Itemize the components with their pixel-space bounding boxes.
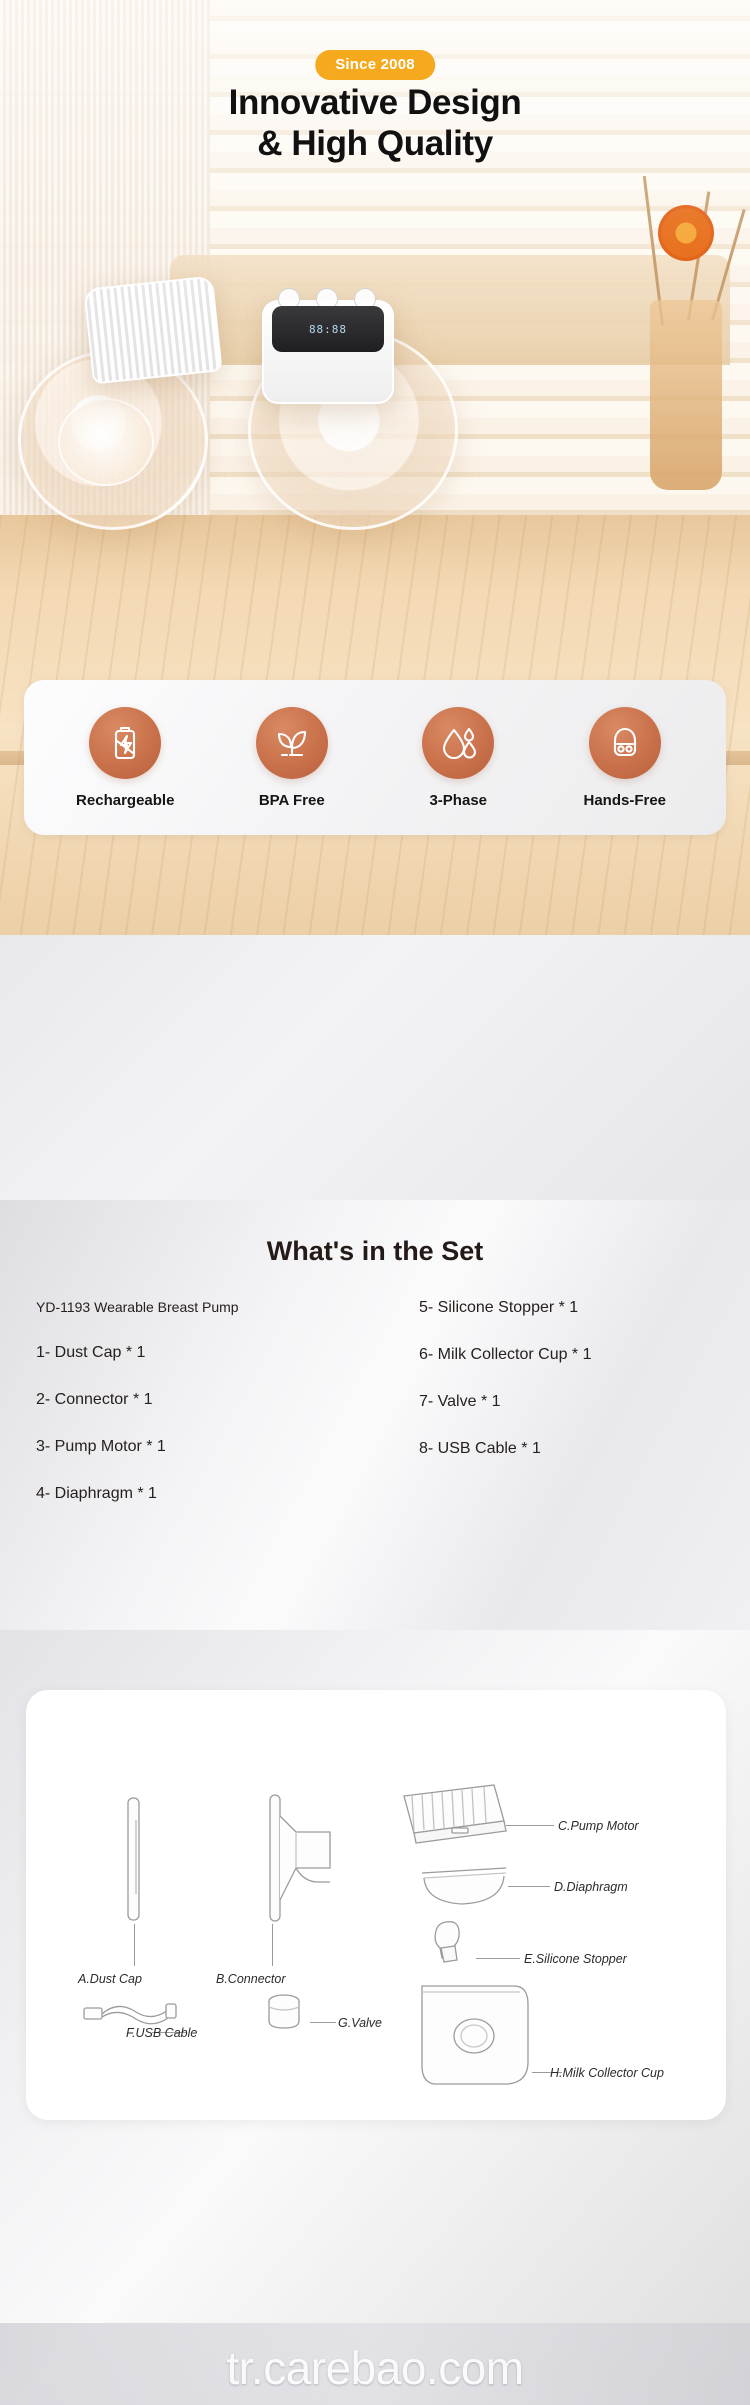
site-watermark: tr.carebao.com [226, 2342, 524, 2394]
leader-line-c [506, 1825, 554, 1826]
dust-cap-drawing [127, 1797, 140, 1921]
feature-label: Rechargeable [76, 791, 175, 809]
leader-line-a [134, 1924, 135, 1966]
list-item: 7- Valve * 1 [419, 1393, 501, 1410]
set-column-left: YD-1193 Wearable Breast Pump 1- Dust Cap… [36, 1300, 375, 1533]
part-label-h: H.Milk Collector Cup [550, 2066, 664, 2080]
battery-charging-icon [89, 706, 162, 779]
feature-label: Hands-Free [583, 791, 667, 809]
features-card: Rechargeable BPA Free 3-Phase Hands-Free [24, 680, 726, 835]
leader-line-b [272, 1924, 273, 1966]
hero-title-line-2: & High Quality [257, 124, 493, 164]
leader-line-d [508, 1886, 550, 1887]
flower-decoration [658, 205, 714, 261]
part-label-e: E.Silicone Stopper [524, 1952, 627, 1966]
connector-drawing [269, 1794, 331, 1922]
part-label-f: F.USB Cable [126, 2026, 198, 2040]
milk-collector-cup-drawing [421, 1985, 529, 2085]
list-item: 1- Dust Cap * 1 [36, 1344, 146, 1361]
part-label-d: D.Diaphragm [554, 1880, 628, 1894]
leaf-plant-icon [255, 706, 328, 779]
hero-title-line-1: Innovative Design [228, 83, 522, 122]
valve-drawing [268, 1994, 300, 2029]
water-drops-icon [422, 706, 495, 779]
list-item: 8- USB Cable * 1 [419, 1440, 541, 1457]
list-item: 2- Connector * 1 [36, 1391, 153, 1408]
part-label-c: C.Pump Motor [558, 1819, 639, 1833]
set-column-right: 5- Silicone Stopper * 1 6- Milk Collecto… [375, 1300, 714, 1533]
list-item: 6- Milk Collector Cup * 1 [419, 1346, 592, 1363]
product-lcd-display: 88:88 [272, 306, 384, 352]
set-columns: YD-1193 Wearable Breast Pump 1- Dust Cap… [36, 1300, 714, 1533]
page-title: Innovative Design & High Quality [0, 82, 750, 165]
list-item: 5- Silicone Stopper * 1 [419, 1299, 579, 1316]
since-badge: Since 2008 [315, 50, 435, 80]
set-section-title: What's in the Set [266, 1236, 484, 1266]
vase-decoration [650, 300, 722, 490]
feature-label: 3-Phase [429, 791, 488, 809]
set-contents-section: What's in the Set YD-1193 Wearable Breas… [0, 1200, 750, 1630]
pump-motor-drawing [403, 1784, 507, 1844]
part-label-g: G.Valve [338, 2016, 383, 2030]
feature-label: BPA Free [258, 791, 325, 809]
part-label-b: B.Connector [216, 1972, 286, 1986]
back-panel-decoration [170, 255, 730, 365]
features-section [0, 935, 750, 1200]
feature-3-phase: 3-Phase [378, 706, 538, 809]
parts-diagram-section: A.Dust Cap B.Connector C.Pump Motor D.Di… [0, 1630, 750, 2405]
lcd-readout: 88:88 [308, 322, 348, 336]
hands-free-pump-icon [588, 706, 661, 779]
list-item: 3- Pump Motor * 1 [36, 1438, 166, 1455]
feature-bpa-free: BPA Free [212, 706, 372, 809]
product-motor-left [83, 275, 223, 385]
leader-line-g [310, 2022, 336, 2023]
list-item: 4- Diaphragm * 1 [36, 1485, 157, 1502]
silicone-stopper-drawing [434, 1921, 460, 1963]
feature-rechargeable: Rechargeable [45, 706, 205, 809]
leader-line-e [476, 1958, 520, 1959]
parts-diagram-card: A.Dust Cap B.Connector C.Pump Motor D.Di… [26, 1690, 726, 2120]
diaphragm-drawing [421, 1867, 507, 1905]
list-item: YD-1193 Wearable Breast Pump [36, 1299, 239, 1315]
product-detail-page: 88:88 Since 2008 Innovative Design & Hig… [0, 0, 750, 2405]
part-label-a: A.Dust Cap [78, 1972, 142, 1986]
feature-hands-free: Hands-Free [545, 706, 705, 809]
product-cup-left-inner [58, 398, 154, 486]
